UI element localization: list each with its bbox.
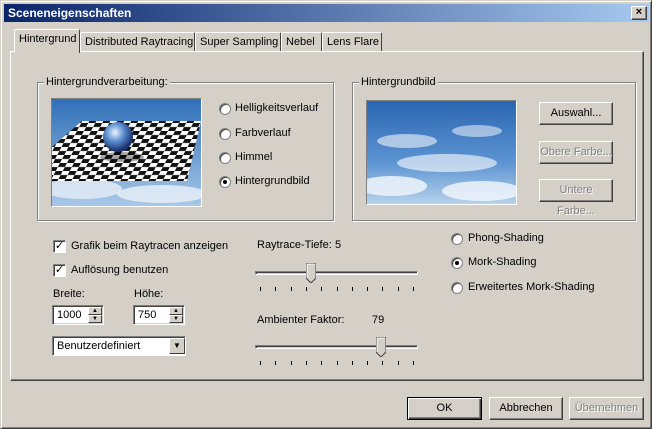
- radio-phong-shading[interactable]: [451, 233, 463, 245]
- radio-extended-mork-shading[interactable]: [451, 282, 463, 294]
- close-button[interactable]: ×: [631, 6, 647, 20]
- cancel-button[interactable]: Abbrechen: [489, 397, 563, 420]
- height-input[interactable]: 750: [135, 307, 169, 323]
- width-down-arrow-icon[interactable]: ▼: [88, 315, 102, 323]
- slider-tick: [336, 361, 338, 365]
- sky-clouds-image: [367, 101, 516, 204]
- slider-tick: [336, 287, 338, 291]
- ambient-factor-track: [255, 345, 418, 349]
- ambient-factor-slider-thumb[interactable]: [375, 337, 386, 357]
- radio-mork-shading[interactable]: [451, 257, 463, 269]
- title-bar[interactable]: Sceneneigenschaften ×: [4, 4, 649, 22]
- slider-tick: [351, 287, 353, 291]
- select-image-button[interactable]: Auswahl...: [539, 102, 613, 125]
- slider-tick: [290, 287, 292, 291]
- slider-tick: [290, 361, 292, 365]
- background-image-preview: [366, 100, 517, 205]
- slider-tick: [275, 361, 277, 365]
- checkerboard-sphere-render: [52, 99, 201, 206]
- slider-tick: [397, 361, 399, 365]
- dialog-window: Sceneneigenschaften × Hintergrund Distri…: [0, 0, 652, 429]
- tab-hintergrund[interactable]: Hintergrund: [14, 29, 80, 53]
- slider-tick: [351, 361, 353, 365]
- slider-tick: [413, 287, 414, 291]
- label-extended-mork-shading: Erweitertes Mork-Shading: [468, 281, 595, 293]
- tab-super-sampling[interactable]: Super Sampling: [195, 32, 281, 52]
- preset-selected-value: Benutzerdefiniert: [57, 340, 141, 352]
- label-helligkeitsverlauf: Helligkeitsverlauf: [235, 102, 319, 114]
- label-farbverlauf: Farbverlauf: [235, 127, 291, 139]
- height-up-arrow-icon[interactable]: ▲: [169, 307, 183, 315]
- height-spinner: 750 ▲ ▼: [133, 305, 185, 325]
- slider-tick: [367, 361, 369, 365]
- slider-tick: [382, 361, 384, 365]
- height-down-arrow-icon[interactable]: ▼: [169, 315, 183, 323]
- scene-preview-image: [51, 98, 202, 207]
- slider-tick: [382, 287, 384, 291]
- radio-hintergrundbild[interactable]: [219, 176, 231, 188]
- slider-tick: [321, 287, 323, 291]
- slider-tick: [305, 287, 307, 291]
- label-mork-shading: Mork-Shading: [468, 256, 537, 268]
- apply-button[interactable]: Übernehmen: [569, 397, 644, 420]
- label-himmel: Himmel: [235, 151, 273, 163]
- preset-dropdown[interactable]: Benutzerdefiniert ▼: [52, 336, 186, 356]
- raytrace-depth-slider-thumb[interactable]: [306, 263, 316, 283]
- tab-nebel[interactable]: Nebel: [281, 32, 322, 52]
- dropdown-arrow-icon[interactable]: ▼: [169, 338, 185, 354]
- ok-button[interactable]: OK: [407, 397, 482, 420]
- slider-tick: [260, 361, 261, 365]
- width-up-arrow-icon[interactable]: ▲: [88, 307, 102, 315]
- window-title: Sceneneigenschaften: [8, 6, 132, 20]
- width-label: Breite:: [53, 288, 85, 300]
- radio-helligkeitsverlauf[interactable]: [219, 103, 231, 115]
- slider-tick: [367, 287, 369, 291]
- ambient-factor-label: Ambienter Faktor:: [257, 314, 345, 326]
- label-phong-shading: Phong-Shading: [468, 232, 544, 244]
- slider-tick: [397, 287, 399, 291]
- tab-distributed-raytracing[interactable]: Distributed Raytracing: [80, 32, 195, 52]
- width-input[interactable]: 1000: [54, 307, 88, 323]
- slider-tick: [305, 361, 307, 365]
- raytrace-depth-value: 5: [335, 239, 342, 251]
- height-label: Höhe:: [134, 288, 164, 300]
- slider-tick: [260, 287, 261, 291]
- slider-tick: [321, 361, 323, 365]
- radio-farbverlauf[interactable]: [219, 128, 231, 140]
- ambient-factor-value: 79: [372, 314, 385, 326]
- lower-color-button[interactable]: Untere Farbe...: [539, 179, 613, 217]
- slider-tick: [275, 287, 277, 291]
- tab-lens-flare[interactable]: Lens Flare: [322, 32, 382, 52]
- raytrace-depth-label: Raytrace-Tiefe:: [257, 239, 332, 251]
- show-graphic-checkbox[interactable]: ✓: [53, 240, 66, 253]
- use-resolution-label: Auflösung benutzen: [71, 264, 169, 276]
- background-processing-label: Hintergrundverarbeitung:: [44, 76, 170, 88]
- raytrace-depth-track: [255, 271, 418, 275]
- show-graphic-label: Grafik beim Raytracen anzeigen: [71, 240, 229, 252]
- use-resolution-checkbox[interactable]: ✓: [53, 264, 66, 277]
- upper-color-button[interactable]: Obere Farbe...: [539, 141, 613, 164]
- slider-tick: [413, 361, 414, 365]
- radio-himmel[interactable]: [219, 152, 231, 164]
- label-hintergrundbild: Hintergrundbild: [235, 175, 310, 187]
- background-image-label: Hintergrundbild: [359, 76, 438, 88]
- width-spinner: 1000 ▲ ▼: [52, 305, 104, 325]
